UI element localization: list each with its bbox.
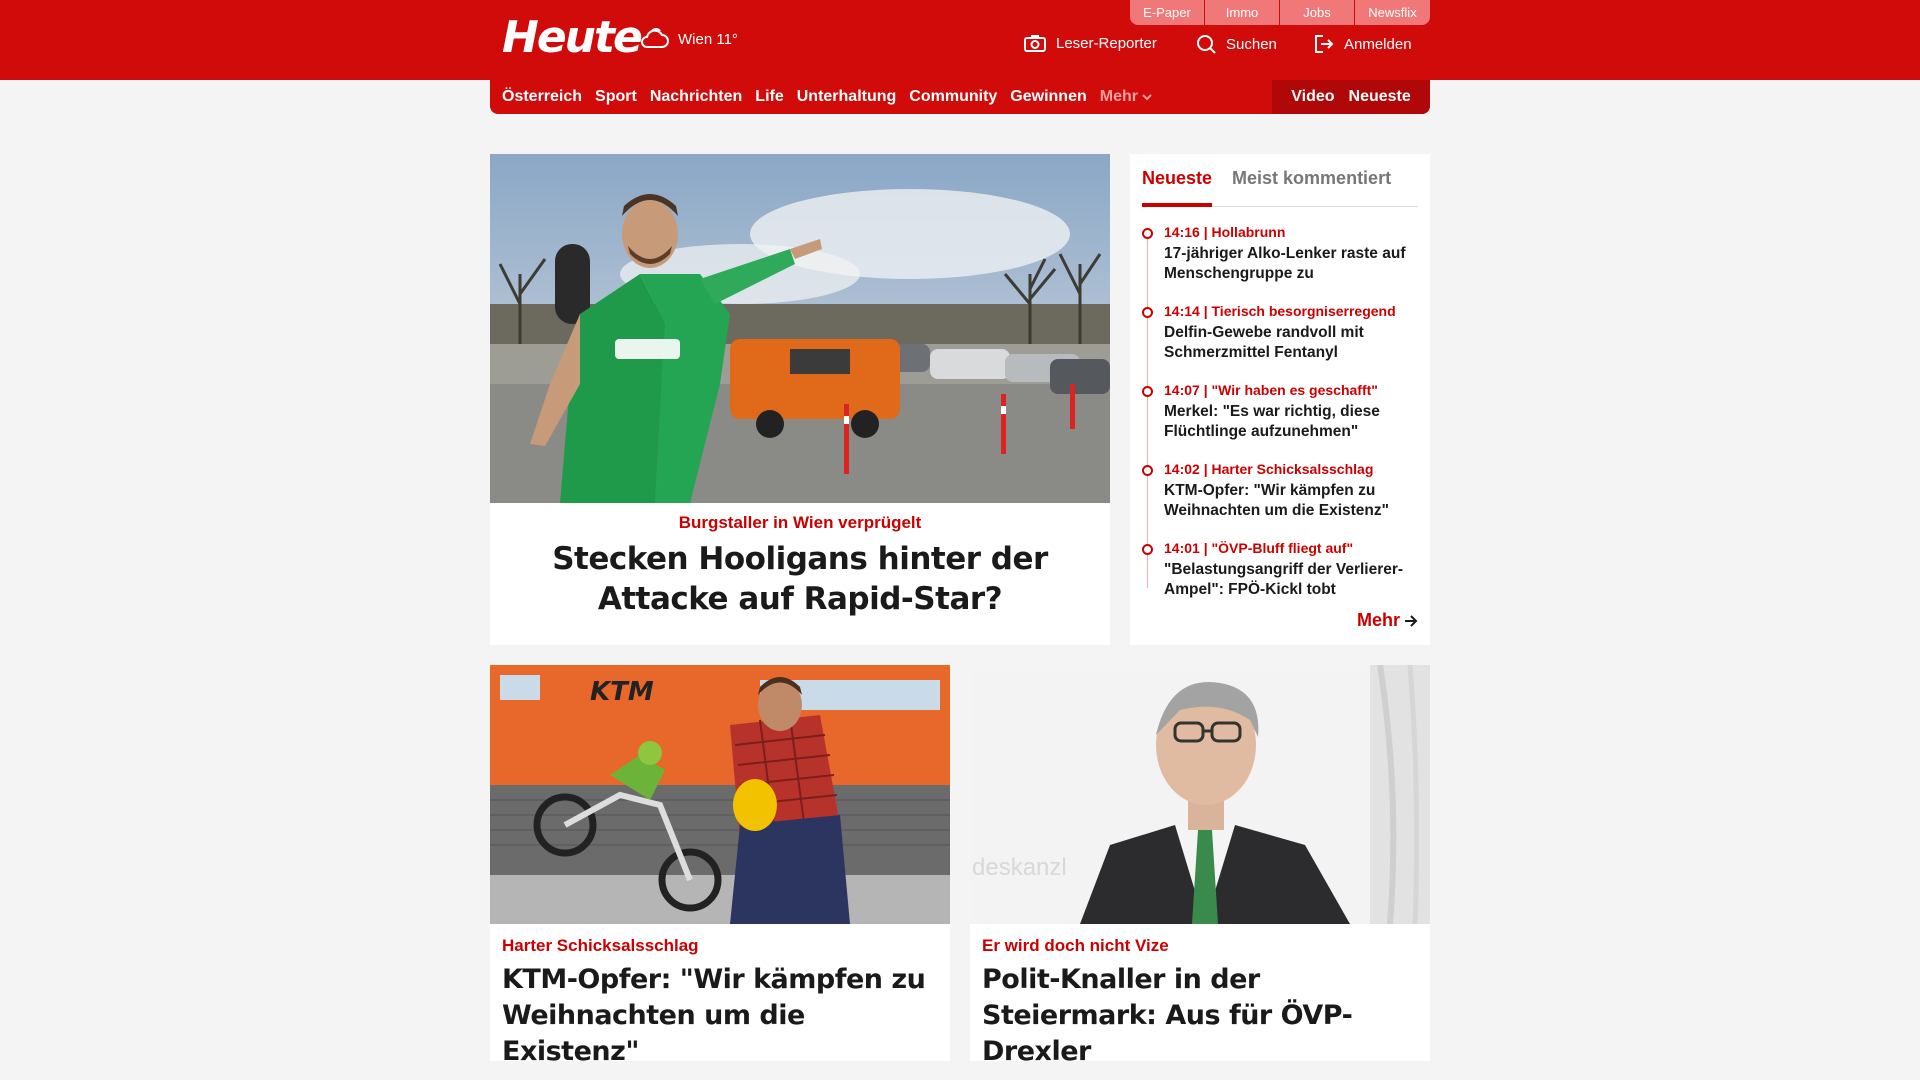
ticker-item[interactable]: 14:01 | "ÖVP-Bluff fliegt auf" "Belastun…: [1142, 539, 1418, 618]
quicklink-epaper[interactable]: E-Paper: [1130, 0, 1205, 25]
main-nav: Österreich Sport Nachrichten Life Unterh…: [490, 80, 1430, 114]
search-icon: [1197, 35, 1216, 54]
hero-article[interactable]: Burgstaller in Wien verprügelt Stecken H…: [490, 154, 1110, 645]
nav-item-unterhaltung[interactable]: Unterhaltung: [797, 88, 897, 106]
login-icon: [1315, 35, 1334, 53]
card-image-ktm[interactable]: KTM: [490, 665, 950, 924]
drexler-photo: deskanzl: [970, 665, 1430, 924]
ticker-more-label: Mehr: [1356, 610, 1400, 630]
login-link[interactable]: Anmelden: [1314, 34, 1412, 54]
card-image-drexler[interactable]: deskanzl: [970, 665, 1430, 924]
nav-more-dropdown[interactable]: Mehr: [1100, 88, 1152, 106]
nav-item-nachrichten[interactable]: Nachrichten: [650, 88, 742, 106]
ticker-title[interactable]: KTM-Opfer: "Wir kämpfen zu Weihnachten u…: [1164, 481, 1418, 521]
nav-item-sport[interactable]: Sport: [595, 88, 637, 106]
quicklink-newsflix[interactable]: Newsflix: [1355, 0, 1430, 25]
hero-kicker: Burgstaller in Wien verprügelt: [678, 513, 922, 532]
site-logo[interactable]: Heute: [502, 12, 643, 63]
nav-item-gewinnen[interactable]: Gewinnen: [1010, 88, 1086, 106]
leser-reporter-link[interactable]: Leser-Reporter: [1024, 34, 1157, 52]
hero-headline[interactable]: Stecken Hooligans hinter der Attacke auf…: [490, 539, 1110, 619]
top-header: E-Paper Immo Jobs Newsflix Heute Wien 11…: [0, 0, 1920, 80]
nav-more-label: Mehr: [1099, 88, 1138, 105]
timeline-dot: [1142, 228, 1153, 239]
hero-photo: [490, 154, 1110, 503]
backdrop-text: deskanzl: [972, 854, 1067, 881]
ticker-title[interactable]: "Belastungsangriff der Verlierer-Ampel":…: [1164, 560, 1418, 600]
nav-right-group: Video Neueste: [1272, 80, 1430, 114]
nav-item-neueste[interactable]: Neueste: [1349, 88, 1411, 106]
chevron-down-icon: [1142, 93, 1152, 100]
ticker-item[interactable]: 14:07 | "Wir haben es geschafft" Merkel:…: [1142, 381, 1418, 460]
timeline-dot: [1142, 465, 1153, 476]
hero-image[interactable]: [490, 154, 1110, 503]
nav-item-community[interactable]: Community: [909, 88, 997, 106]
ticker-item[interactable]: 14:16 | Hollabrunn 17-jähriger Alko-Lenk…: [1142, 223, 1418, 302]
weather-widget[interactable]: Wien 11°: [638, 26, 738, 52]
ticker-title[interactable]: Delfin-Gewebe randvoll mit Schmerzmittel…: [1164, 323, 1418, 363]
login-label: Anmelden: [1344, 35, 1412, 53]
card-kicker: Harter Schicksalsschlag: [502, 936, 699, 955]
card-headline[interactable]: KTM-Opfer: "Wir kämpfen zu Weihnachten u…: [502, 962, 938, 1070]
timeline-dot: [1142, 307, 1153, 318]
ticker-meta: 14:07 | "Wir haben es geschafft": [1164, 382, 1378, 398]
ktm-photo: KTM: [490, 665, 950, 924]
ticker-title[interactable]: 17-jähriger Alko-Lenker raste auf Mensch…: [1164, 244, 1418, 284]
search-label: Suchen: [1226, 35, 1277, 53]
ticker-title[interactable]: Merkel: "Es war richtig, diese Flüchtlin…: [1164, 402, 1418, 442]
quicklink-jobs[interactable]: Jobs: [1280, 0, 1355, 25]
ticker-tabs: Neueste Meist kommentiert: [1142, 162, 1418, 207]
timeline-dot: [1142, 386, 1153, 397]
article-card-ktm[interactable]: KTM Harter Schicksalsschlag KTM-Opfer: "…: [490, 665, 950, 1067]
quicklink-immo[interactable]: Immo: [1205, 0, 1280, 25]
ticker-meta: 14:16 | Hollabrunn: [1164, 224, 1286, 240]
tab-neueste[interactable]: Neueste: [1142, 162, 1213, 207]
ticker-item[interactable]: 14:14 | Tierisch besorgniserregend Delfi…: [1142, 302, 1418, 381]
ticker-list: 14:16 | Hollabrunn 17-jähriger Alko-Lenk…: [1142, 223, 1418, 618]
cloud-icon: [641, 28, 669, 48]
nav-item-video[interactable]: Video: [1291, 88, 1334, 106]
card-kicker: Er wird doch nicht Vize: [982, 936, 1169, 955]
ticker-meta: 14:14 | Tierisch besorgniserregend: [1164, 303, 1396, 319]
quicklinks: E-Paper Immo Jobs Newsflix: [1130, 0, 1430, 25]
arrow-right-icon: [1405, 614, 1418, 627]
nav-item-life[interactable]: Life: [755, 88, 783, 106]
camera-icon: [1024, 35, 1046, 52]
nav-item-oesterreich[interactable]: Österreich: [502, 88, 582, 106]
ticker-meta: 14:02 | Harter Schicksalsschlag: [1164, 461, 1374, 477]
leser-reporter-label: Leser-Reporter: [1056, 34, 1157, 52]
timeline-dot: [1142, 544, 1153, 555]
search-link[interactable]: Suchen: [1196, 34, 1277, 54]
article-card-drexler[interactable]: deskanzl Er wird doch nicht Vize Polit-K…: [970, 665, 1430, 1067]
ktm-sign: KTM: [590, 677, 654, 707]
tab-meist-kommentiert[interactable]: Meist kommentiert: [1232, 162, 1391, 206]
card-headline[interactable]: Polit-Knaller in der Steiermark: Aus für…: [982, 962, 1418, 1070]
ticker-meta: 14:01 | "ÖVP-Bluff fliegt auf": [1164, 540, 1354, 556]
news-ticker: Neueste Meist kommentiert 14:16 | Hollab…: [1130, 154, 1430, 645]
weather-label: Wien 11°: [678, 30, 738, 48]
ticker-more-link[interactable]: Mehr: [1357, 610, 1418, 631]
ticker-item[interactable]: 14:02 | Harter Schicksalsschlag KTM-Opfe…: [1142, 460, 1418, 539]
